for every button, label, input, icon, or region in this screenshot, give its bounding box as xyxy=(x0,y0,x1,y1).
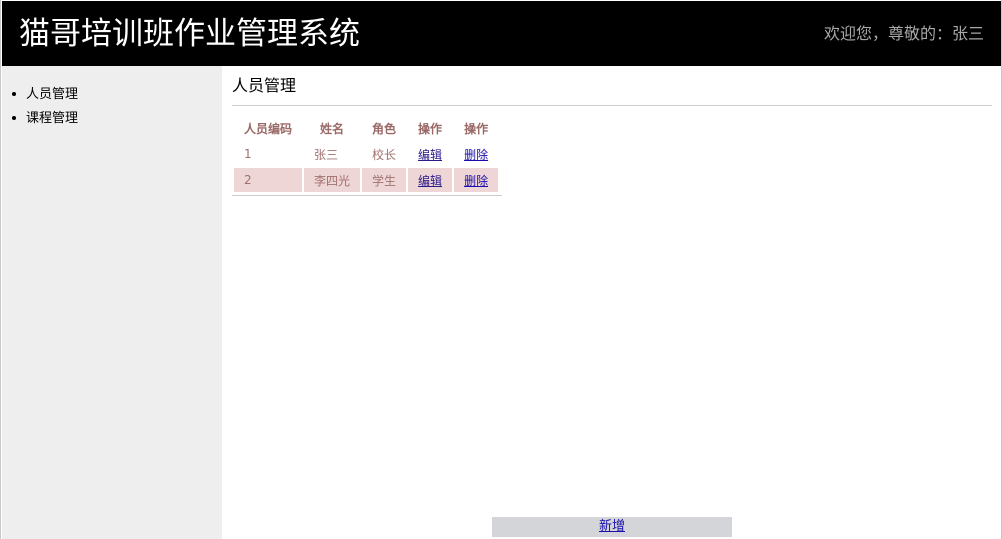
header-bar: 猫哥培训班作业管理系统 欢迎您，尊敬的：张三 xyxy=(2,1,1001,66)
app-title: 猫哥培训班作业管理系统 xyxy=(19,16,360,52)
sidebar-menu: 人员管理 课程管理 xyxy=(12,83,78,131)
cell-edit: 编辑 xyxy=(408,168,453,192)
column-header-delete: 操作 xyxy=(464,121,489,136)
cell-edit: 编辑 xyxy=(408,142,452,166)
table-row: 2 李四光 学生 编辑 删除 xyxy=(234,168,499,192)
delete-link[interactable]: 删除 xyxy=(464,174,488,188)
cell-name: 李四光 xyxy=(304,168,361,192)
cell-id: 2 xyxy=(234,168,303,192)
sidebar-item-personnel[interactable]: 人员管理 xyxy=(12,83,78,107)
table-header-row: 人员编码 姓名 角色 操作 操作 xyxy=(234,116,498,140)
main-content: 人员管理 人员编码 姓名 角色 操作 操作 1 张三 校长 编辑 删除 2 李四… xyxy=(222,66,1001,539)
cell-delete: 删除 xyxy=(454,142,498,166)
sidebar-item-label: 课程管理 xyxy=(26,111,79,126)
delete-link[interactable]: 删除 xyxy=(464,148,488,162)
title-divider xyxy=(232,105,992,106)
personnel-table: 人员编码 姓名 角色 操作 操作 1 张三 校长 编辑 删除 2 李四光 学生 … xyxy=(232,114,500,194)
column-header-name: 姓名 xyxy=(320,121,345,136)
cell-id: 1 xyxy=(244,147,252,161)
edit-link[interactable]: 编辑 xyxy=(418,174,442,188)
bullet-icon xyxy=(12,115,16,120)
table-bottom-border xyxy=(232,195,502,196)
column-header-edit: 操作 xyxy=(418,121,443,136)
page-title: 人员管理 xyxy=(232,76,297,95)
welcome-text: 欢迎您，尊敬的：张三 xyxy=(823,24,984,43)
footer-action-bar: 新增 xyxy=(492,517,732,537)
cell-name: 张三 xyxy=(314,147,339,162)
sidebar-item-courses[interactable]: 课程管理 xyxy=(12,107,78,131)
sidebar: 人员管理 课程管理 xyxy=(2,66,222,539)
bullet-icon xyxy=(12,91,16,96)
column-header-role: 角色 xyxy=(372,121,397,136)
add-button[interactable]: 新增 xyxy=(599,519,625,534)
sidebar-item-label: 人员管理 xyxy=(26,87,79,102)
table-row: 1 张三 校长 编辑 删除 xyxy=(234,142,498,166)
cell-role: 学生 xyxy=(362,168,407,192)
column-header-id: 人员编码 xyxy=(244,121,293,136)
app-frame: 猫哥培训班作业管理系统 欢迎您，尊敬的：张三 人员管理 课程管理 人员管理 人员… xyxy=(0,0,1002,539)
edit-link[interactable]: 编辑 xyxy=(418,148,442,162)
cell-role: 校长 xyxy=(372,147,397,162)
cell-delete: 删除 xyxy=(454,168,499,192)
